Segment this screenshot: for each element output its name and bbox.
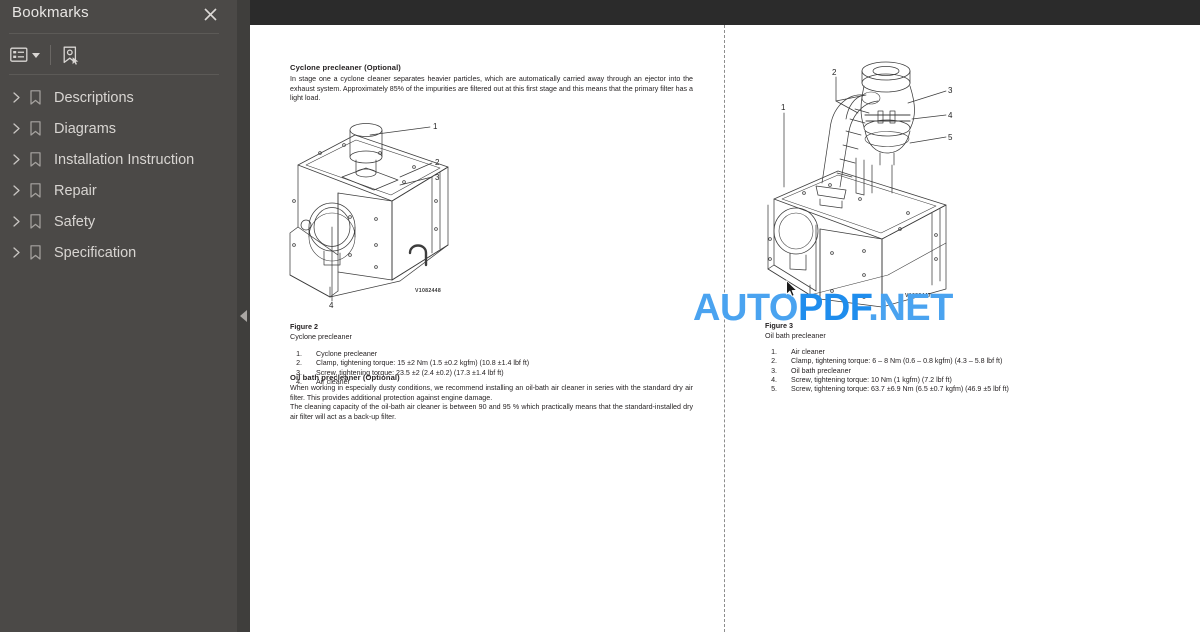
list-item: 3. Oil bath precleaner	[765, 367, 1165, 376]
list-item-text: Cyclone precleaner	[316, 350, 378, 358]
left-section1-heading: Cyclone precleaner (Optional)	[290, 63, 401, 72]
viewer-top-band	[250, 0, 1200, 25]
divider	[50, 45, 51, 65]
sidebar-item-safety[interactable]: Safety	[0, 206, 237, 237]
callout-1: 1	[781, 103, 786, 112]
bookmark-icon	[24, 214, 46, 229]
sidebar-collapse-button[interactable]	[237, 0, 250, 632]
left-section2-body-p2: The cleaning capacity of the oil-bath ai…	[290, 403, 693, 421]
figure-3-illustration: 1 2 3 4 5	[760, 53, 975, 315]
left-section2-heading: Oil bath precleaner (Optional)	[290, 373, 400, 382]
page-separator	[724, 25, 725, 632]
figure-2-illustration: 1 2 3 4	[280, 105, 500, 310]
chevron-down-icon	[32, 52, 40, 58]
chevron-right-icon[interactable]	[8, 92, 24, 103]
list-item-text: Oil bath precleaner	[791, 366, 851, 375]
bookmark-icon	[24, 90, 46, 105]
sidebar-item-repair[interactable]: Repair	[0, 175, 237, 206]
callout-2: 2	[832, 68, 837, 77]
chevron-right-icon[interactable]	[8, 123, 24, 134]
list-item: 5. Screw, tightening torque: 63.7 ±6.9 N…	[765, 385, 1165, 394]
pdf-viewer-window: Bookmarks Descriptions Diagrams Installa…	[0, 0, 1200, 632]
bookmarks-header: Bookmarks	[0, 0, 237, 36]
callout-3: 3	[435, 173, 440, 182]
bookmarks-toolbar	[10, 40, 81, 70]
divider	[9, 33, 219, 34]
sidebar-item-label: Specification	[54, 244, 137, 261]
sidebar-item-label: Safety	[54, 213, 96, 230]
list-item-number: 1.	[771, 348, 777, 356]
list-item-number: 5.	[771, 385, 777, 394]
bookmarks-list: Descriptions Diagrams Installation Instr	[0, 82, 237, 268]
list-item-text: Air cleaner	[791, 348, 825, 356]
add-bookmark-icon	[61, 46, 81, 65]
divider	[9, 74, 219, 75]
chevron-right-icon[interactable]	[8, 185, 24, 196]
left-section1-body: In stage one a cyclone cleaner separates…	[290, 75, 693, 103]
sidebar-item-label: Installation Instruction	[54, 151, 195, 168]
sidebar-item-installation-instruction[interactable]: Installation Instruction	[0, 144, 237, 175]
callout-4: 4	[948, 111, 953, 120]
figure-3-item-list: 1. Air cleaner 2. Clamp, tightening torq…	[765, 348, 1165, 394]
figure-2-title: Figure 2	[290, 322, 318, 331]
close-icon[interactable]	[199, 3, 221, 25]
sidebar-item-diagrams[interactable]: Diagrams	[0, 113, 237, 144]
new-bookmark-button[interactable]	[61, 42, 81, 68]
chevron-right-icon[interactable]	[8, 216, 24, 227]
list-item: 1. Air cleaner	[765, 348, 1165, 357]
list-item: 4. Screw, tightening torque: 10 Nm (1 kg…	[765, 376, 1165, 385]
document-viewer[interactable]: Cyclone precleaner (Optional) In stage o…	[250, 0, 1200, 632]
list-item-text: Clamp, tightening torque: 15 ±2 Nm (1.5 …	[316, 359, 530, 368]
list-item: 2. Clamp, tightening torque: 6 – 8 Nm (0…	[765, 357, 1165, 366]
callout-3: 3	[948, 86, 953, 95]
list-item-number: 3.	[771, 366, 777, 375]
callout-4: 4	[329, 301, 334, 310]
chevron-right-icon[interactable]	[8, 247, 24, 258]
bookmarks-sidebar: Bookmarks Descriptions Diagrams Installa…	[0, 0, 237, 632]
figure-2-id: V1082448	[415, 288, 442, 294]
sidebar-item-label: Repair	[54, 182, 97, 199]
sidebar-item-specification[interactable]: Specification	[0, 237, 237, 268]
list-item-number: 4.	[771, 375, 777, 384]
sidebar-item-descriptions[interactable]: Descriptions	[0, 82, 237, 113]
bookmark-icon	[24, 245, 46, 260]
bookmark-icon	[24, 183, 46, 198]
list-item-text: Screw, tightening torque: 63.7 ±6.9 Nm (…	[791, 385, 1009, 394]
figure-3-id: V1082447	[905, 293, 932, 299]
figure-3-title: Figure 3	[765, 321, 793, 330]
figure-3-subtitle: Oil bath precleaner	[765, 331, 826, 340]
list-item-number: 2.	[771, 357, 777, 366]
list-item-number: 2.	[296, 359, 302, 368]
page-title: Bookmarks	[12, 4, 89, 21]
list-item: 2. Clamp, tightening torque: 15 ±2 Nm (1…	[290, 359, 690, 368]
chevron-left-icon	[240, 310, 247, 322]
page-canvas: Cyclone precleaner (Optional) In stage o…	[250, 25, 1200, 632]
figure-2-subtitle: Cyclone precleaner	[290, 332, 352, 341]
callout-5: 5	[948, 133, 953, 142]
sidebar-splitter[interactable]	[237, 0, 250, 632]
sidebar-item-label: Diagrams	[54, 120, 117, 137]
list-item-text: Clamp, tightening torque: 6 – 8 Nm (0.6 …	[791, 357, 1003, 366]
left-section2-body-p1: When working in especially dusty conditi…	[290, 384, 693, 402]
list-options-icon	[10, 47, 29, 63]
callout-2: 2	[435, 158, 440, 167]
bookmark-options-button[interactable]	[10, 42, 40, 68]
list-item-number: 1.	[296, 350, 302, 358]
callout-1: 1	[433, 122, 438, 131]
chevron-right-icon[interactable]	[8, 154, 24, 165]
sidebar-item-label: Descriptions	[54, 89, 134, 106]
list-item: 1. Cyclone precleaner	[290, 350, 690, 359]
bookmark-icon	[24, 152, 46, 167]
bookmark-icon	[24, 121, 46, 136]
list-item-text: Screw, tightening torque: 10 Nm (1 kgfm)…	[791, 375, 952, 384]
